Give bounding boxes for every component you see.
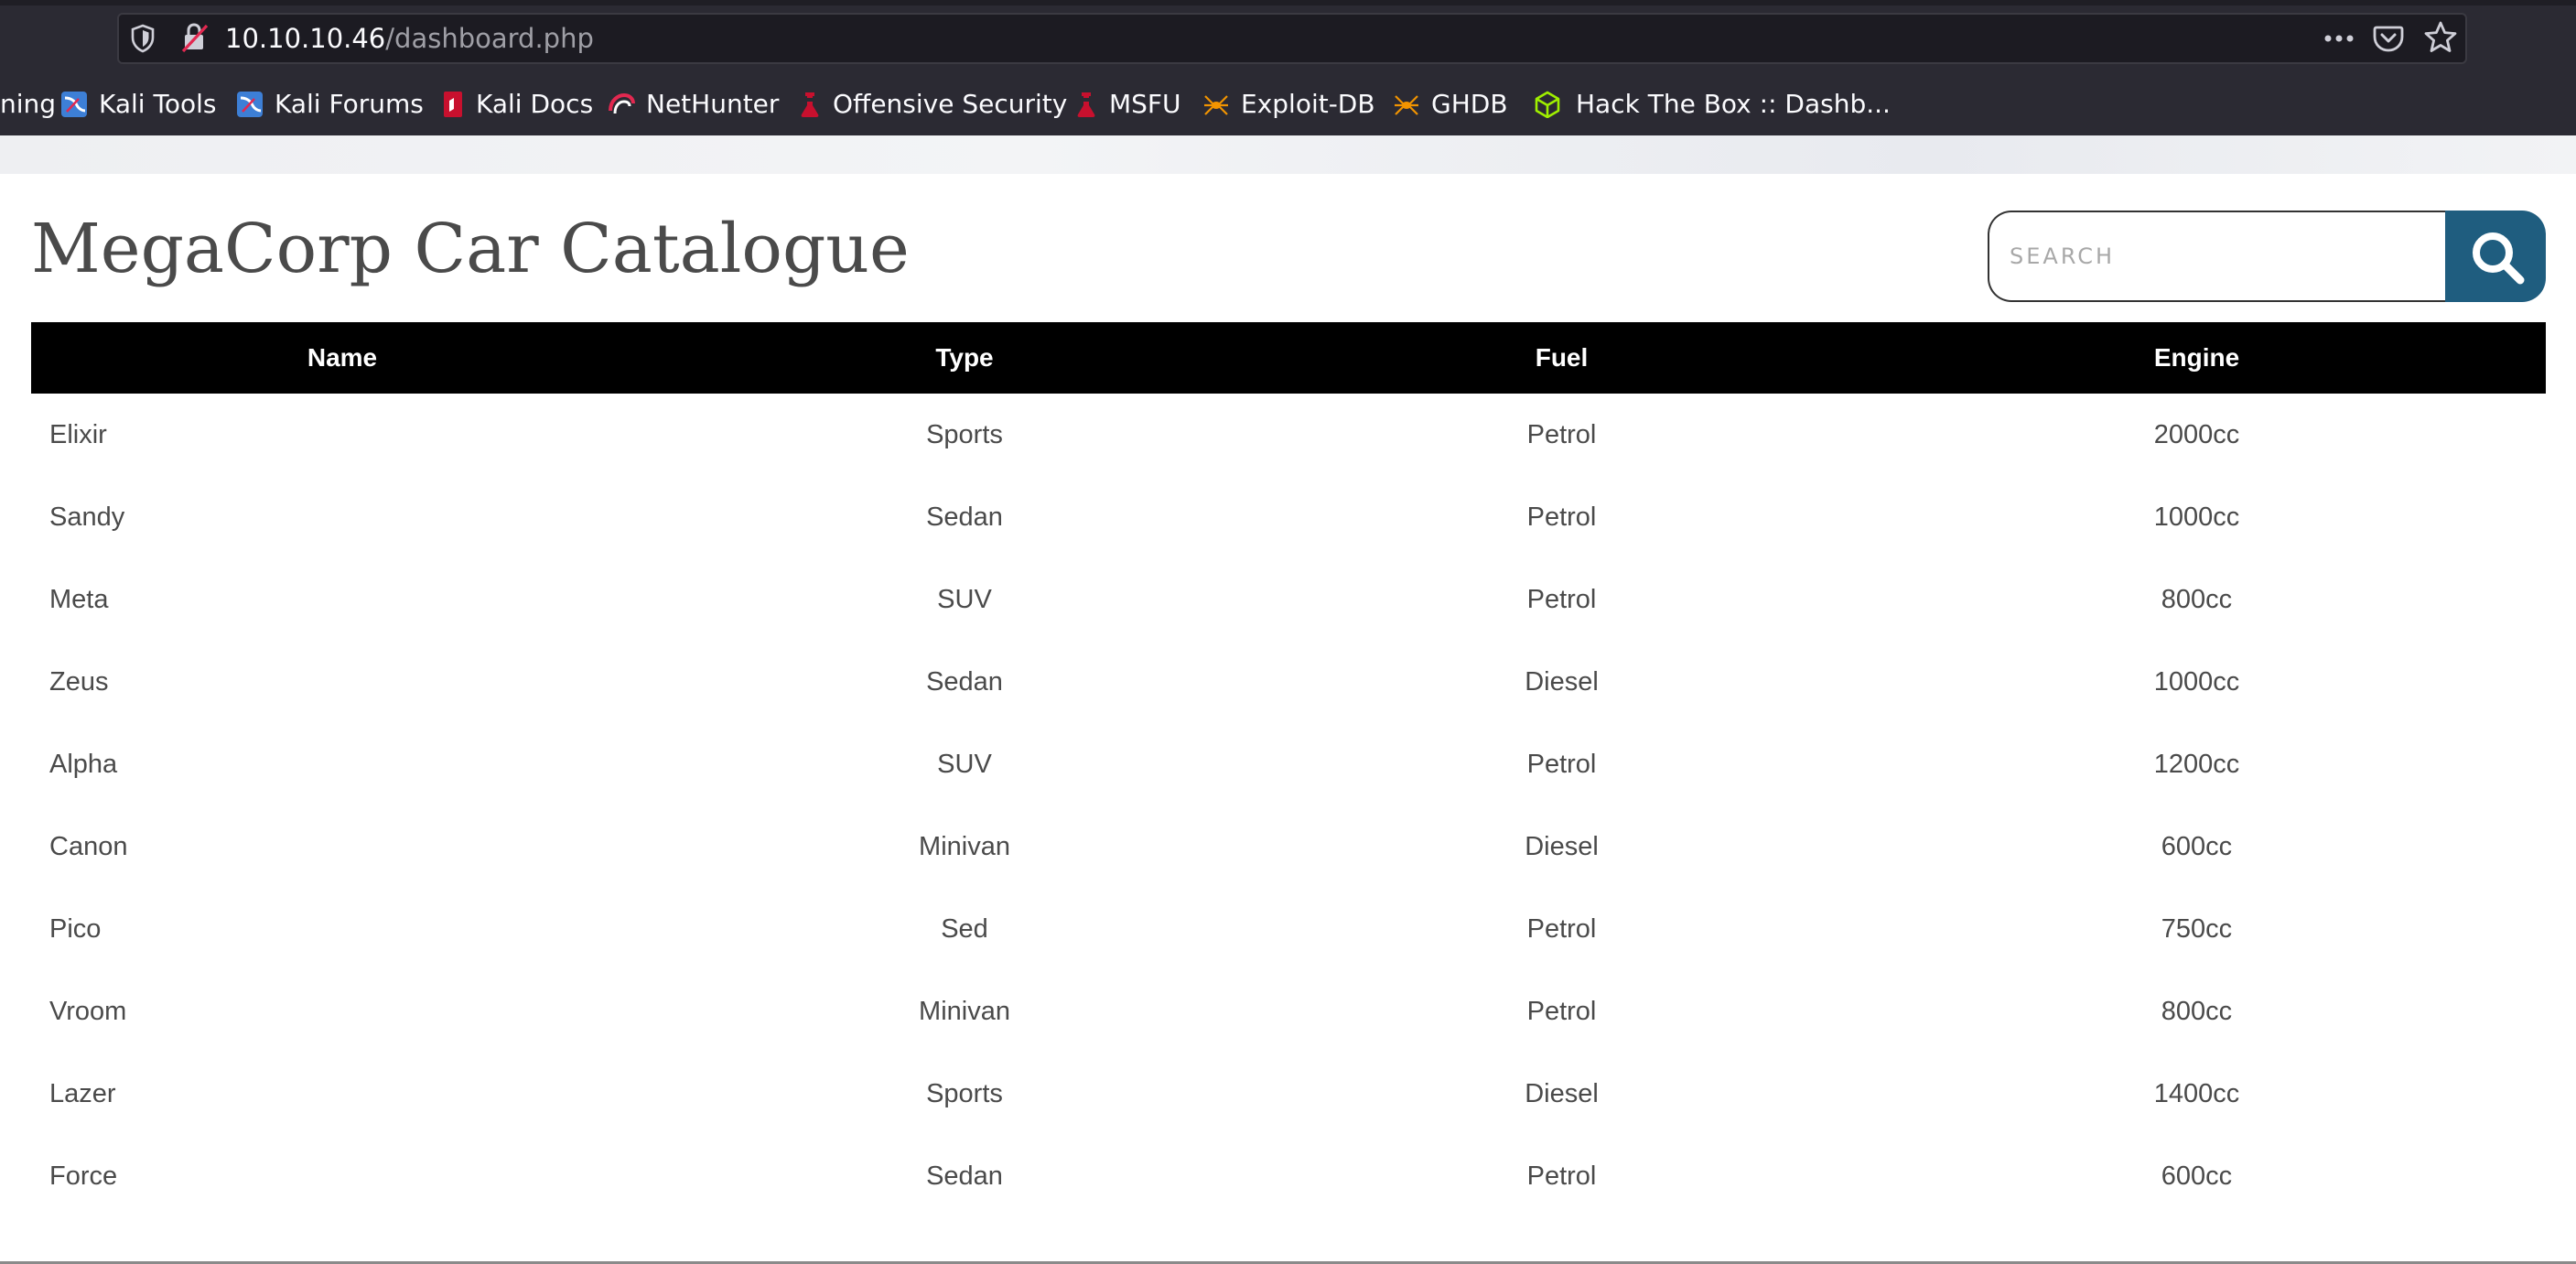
- cell-name: Force: [49, 1161, 118, 1191]
- url-text[interactable]: 10.10.10.46/dashboard.php: [225, 18, 594, 59]
- cell-fuel: Petrol: [1526, 913, 1597, 944]
- cell-fuel: Diesel: [1525, 666, 1599, 697]
- table-row: Meta SUV Petrol 800cc: [31, 558, 2546, 641]
- cell-engine: 600cc: [2161, 831, 2233, 861]
- cell-engine: 2000cc: [2153, 419, 2240, 449]
- page-title: MegaCorp Car Catalogue: [31, 210, 910, 288]
- page-actions-menu-icon[interactable]: [2321, 24, 2357, 53]
- url-path: /dashboard.php: [385, 23, 594, 54]
- cell-type: Sedan: [926, 666, 1003, 697]
- cell-type: Minivan: [919, 831, 1010, 861]
- column-header-name: Name: [31, 322, 653, 394]
- cell-name: Sandy: [49, 502, 125, 532]
- cell-fuel: Diesel: [1525, 831, 1599, 861]
- table-header-row: Name Type Fuel Engine: [31, 322, 2546, 394]
- cell-engine: 800cc: [2161, 584, 2233, 614]
- cell-type: Sedan: [926, 1161, 1003, 1191]
- cell-fuel: Petrol: [1526, 584, 1597, 614]
- kali-docs-icon: [444, 92, 462, 117]
- kali-dragon-icon: [237, 92, 263, 117]
- offsec-icon: [1077, 92, 1095, 117]
- cell-name: Meta: [49, 584, 109, 614]
- table-row: Canon Minivan Diesel 600cc: [31, 805, 2546, 888]
- cell-fuel: Petrol: [1526, 1161, 1597, 1191]
- htb-cube-icon: [1535, 91, 1560, 118]
- table-row: Vroom Minivan Petrol 800cc: [31, 970, 2546, 1053]
- table-row: Zeus Sedan Diesel 1000cc: [31, 641, 2546, 723]
- cell-type: Sports: [926, 1078, 1003, 1108]
- url-host: 10.10.10.46: [225, 23, 386, 54]
- window-edge: [0, 0, 2576, 5]
- cell-engine: 750cc: [2161, 913, 2233, 944]
- cell-fuel: Petrol: [1526, 749, 1597, 779]
- cell-fuel: Diesel: [1525, 1078, 1599, 1108]
- column-header-type: Type: [653, 322, 1276, 394]
- bookmark-label: NetHunter: [646, 89, 780, 119]
- cell-engine: 600cc: [2161, 1161, 2233, 1191]
- bookmark-label: Offensive Security: [833, 89, 1068, 119]
- cell-name: Lazer: [49, 1078, 116, 1108]
- bookmark-label: MSFU: [1109, 89, 1181, 119]
- table-row: Elixir Sports Petrol 2000cc: [31, 394, 2546, 476]
- bookmark-label: GHDB: [1431, 89, 1508, 119]
- cell-type: SUV: [937, 749, 992, 779]
- cell-name: Canon: [49, 831, 128, 861]
- cell-engine: 1400cc: [2153, 1078, 2240, 1108]
- search-icon: [2473, 232, 2525, 285]
- table-row: Lazer Sports Diesel 1400cc: [31, 1053, 2546, 1135]
- column-header-fuel: Fuel: [1276, 322, 1848, 394]
- insecure-connection-icon[interactable]: [181, 22, 209, 53]
- nethunter-icon: [609, 92, 635, 114]
- cell-fuel: Petrol: [1526, 419, 1597, 449]
- bookmark-label: Exploit-DB: [1241, 89, 1375, 119]
- exploitdb-spider-icon: [1395, 95, 1418, 115]
- table-row: Alpha SUV Petrol 1200cc: [31, 723, 2546, 805]
- bookmark-label: ning: [0, 89, 57, 119]
- browser-chrome: 10.10.10.46/dashboard.php ning Kali Tool…: [0, 0, 2576, 135]
- cell-name: Vroom: [49, 996, 127, 1026]
- cell-type: Minivan: [919, 996, 1010, 1026]
- cell-fuel: Petrol: [1526, 502, 1597, 532]
- cell-type: Sports: [926, 419, 1003, 449]
- page-header-background: [0, 135, 2576, 174]
- bookmark-label: Hack The Box :: Dashb...: [1576, 89, 1891, 119]
- table-row: Force Sedan Petrol 600cc: [31, 1135, 2546, 1217]
- offsec-icon: [801, 92, 819, 117]
- cell-name: Pico: [49, 913, 102, 944]
- table-row: Pico Sed Petrol 750cc: [31, 888, 2546, 970]
- cell-engine: 1000cc: [2153, 502, 2240, 532]
- bookmark-label: Kali Tools: [99, 89, 217, 119]
- bookmark-label: Kali Docs: [476, 89, 594, 119]
- cell-engine: 800cc: [2161, 996, 2233, 1026]
- pocket-icon[interactable]: [2372, 22, 2405, 55]
- exploitdb-spider-icon: [1204, 95, 1228, 115]
- table-row: Sandy Sedan Petrol 1000cc: [31, 476, 2546, 558]
- cell-engine: 1000cc: [2153, 666, 2240, 697]
- cell-type: Sedan: [926, 502, 1003, 532]
- column-header-engine: Engine: [1848, 322, 2546, 394]
- cell-name: Elixir: [49, 419, 107, 449]
- cell-name: Alpha: [49, 749, 118, 779]
- bookmark-star-icon[interactable]: [2423, 20, 2458, 55]
- search-button[interactable]: [2445, 211, 2546, 302]
- tracking-shield-icon[interactable]: [130, 24, 156, 53]
- cell-type: SUV: [937, 584, 992, 614]
- car-catalogue-table: Name Type Fuel Engine Elixir Sports Petr…: [31, 322, 2546, 1217]
- cell-type: Sed: [941, 913, 988, 944]
- cell-name: Zeus: [49, 666, 109, 697]
- cell-fuel: Petrol: [1526, 996, 1597, 1026]
- bookmark-label: Kali Forums: [275, 89, 424, 119]
- search-input[interactable]: [1988, 211, 2447, 302]
- bookmarks-toolbar: ning Kali Tools Kali Forums Kali Docs Ne…: [0, 81, 2576, 128]
- kali-dragon-icon: [61, 92, 87, 117]
- cell-engine: 1200cc: [2153, 749, 2240, 779]
